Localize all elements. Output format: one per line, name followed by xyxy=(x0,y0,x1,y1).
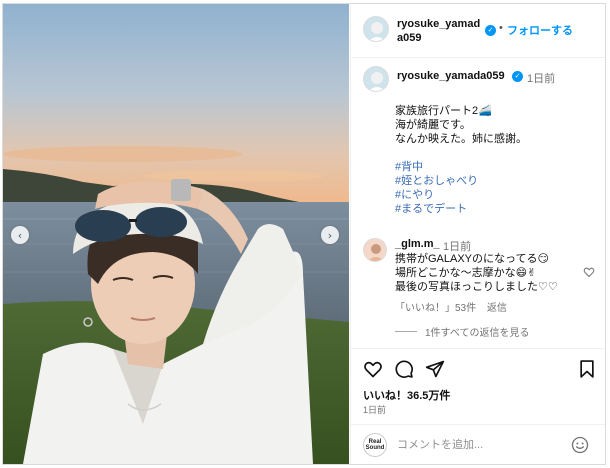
hashtag-link[interactable]: #まるでデート xyxy=(395,202,595,216)
commenter-username[interactable]: _glm.m_ xyxy=(395,238,440,250)
post-photo[interactable]: ‹ › xyxy=(3,4,349,464)
comment-text: 携帯がGALAXYのになってる😏 場所どこかな〜志摩かな😄✌ 最後の写真ほっこり… xyxy=(395,252,585,294)
emoji-icon[interactable] xyxy=(571,436,589,454)
caption-avatar[interactable] xyxy=(363,66,389,92)
avatar[interactable] xyxy=(363,16,389,42)
hashtag-link[interactable]: #背中 xyxy=(395,160,595,174)
post-sidebar: ryosuke_yamad a059 ✓ • フォローする ryosuke_ya… xyxy=(350,4,605,464)
comment-line: 最後の写真ほっこりしました♡♡ xyxy=(395,281,558,293)
view-replies-button[interactable]: 1件すべての返信を見る xyxy=(395,324,529,339)
logo-text: Sound xyxy=(365,445,385,451)
realsound-logo: Real Sound xyxy=(363,433,387,457)
carousel-prev-button[interactable]: ‹ xyxy=(11,226,29,244)
view-replies-label: 1件すべての返信を見る xyxy=(425,328,530,339)
follow-button[interactable]: フォローする xyxy=(507,22,573,38)
divider-line xyxy=(395,331,417,332)
header-username[interactable]: ryosuke_yamad a059 xyxy=(397,17,481,45)
caption-username[interactable]: ryosuke_yamada059 xyxy=(397,70,505,82)
comment-meta: 「いいね！」53件 返信 xyxy=(395,299,515,314)
caption-line: 家族旅行パート2🚄 xyxy=(395,105,492,117)
add-comment-bar: Real Sound xyxy=(351,424,605,464)
share-icon[interactable] xyxy=(425,359,445,379)
hashtag-link[interactable]: #にやり xyxy=(395,188,595,202)
comment-like-heart-icon[interactable] xyxy=(583,266,595,278)
instagram-post: ‹ › ryosuke_yamad a059 ✓ • フォローする ryosuk… xyxy=(2,3,606,465)
reply-button[interactable]: 返信 xyxy=(487,303,507,314)
separator-dot: • xyxy=(499,22,503,34)
carousel-next-button[interactable]: › xyxy=(321,226,339,244)
comment-input[interactable] xyxy=(397,437,557,453)
caption-timestamp[interactable]: 1日前 xyxy=(527,70,555,86)
comment-line: 携帯がGALAXYのになってる😏 xyxy=(395,253,549,265)
verified-badge-icon: ✓ xyxy=(512,71,523,82)
comment-icon[interactable] xyxy=(394,359,414,379)
caption-text: 家族旅行パート2🚄 海が綺麗です。 なんか映えた。姉に感謝。 #背中 #姪とおし… xyxy=(395,104,595,216)
comment-line: 場所どこかな〜志摩かな😄✌ xyxy=(395,267,537,279)
bookmark-icon[interactable] xyxy=(577,359,597,379)
caption-line: 海が綺麗です。 xyxy=(395,119,471,131)
commenter-avatar[interactable] xyxy=(363,238,387,262)
chevron-left-icon: ‹ xyxy=(17,228,23,242)
heart-icon[interactable] xyxy=(363,359,383,379)
post-date[interactable]: 1日前 xyxy=(363,403,386,416)
post-header: ryosuke_yamad a059 ✓ • フォローする xyxy=(351,4,605,58)
chevron-right-icon: › xyxy=(327,228,333,242)
post-image xyxy=(3,4,349,464)
post-actions: いいね！36.5万件 1日前 xyxy=(351,348,605,424)
likes-count[interactable]: いいね！36.5万件 xyxy=(363,387,450,403)
hashtag-link[interactable]: #姪とおしゃべり xyxy=(395,174,595,188)
caption-line: なんか映えた。姉に感謝。 xyxy=(395,133,527,145)
comment-like-count[interactable]: 「いいね！」53件 xyxy=(395,303,476,314)
verified-badge-icon: ✓ xyxy=(485,25,496,36)
